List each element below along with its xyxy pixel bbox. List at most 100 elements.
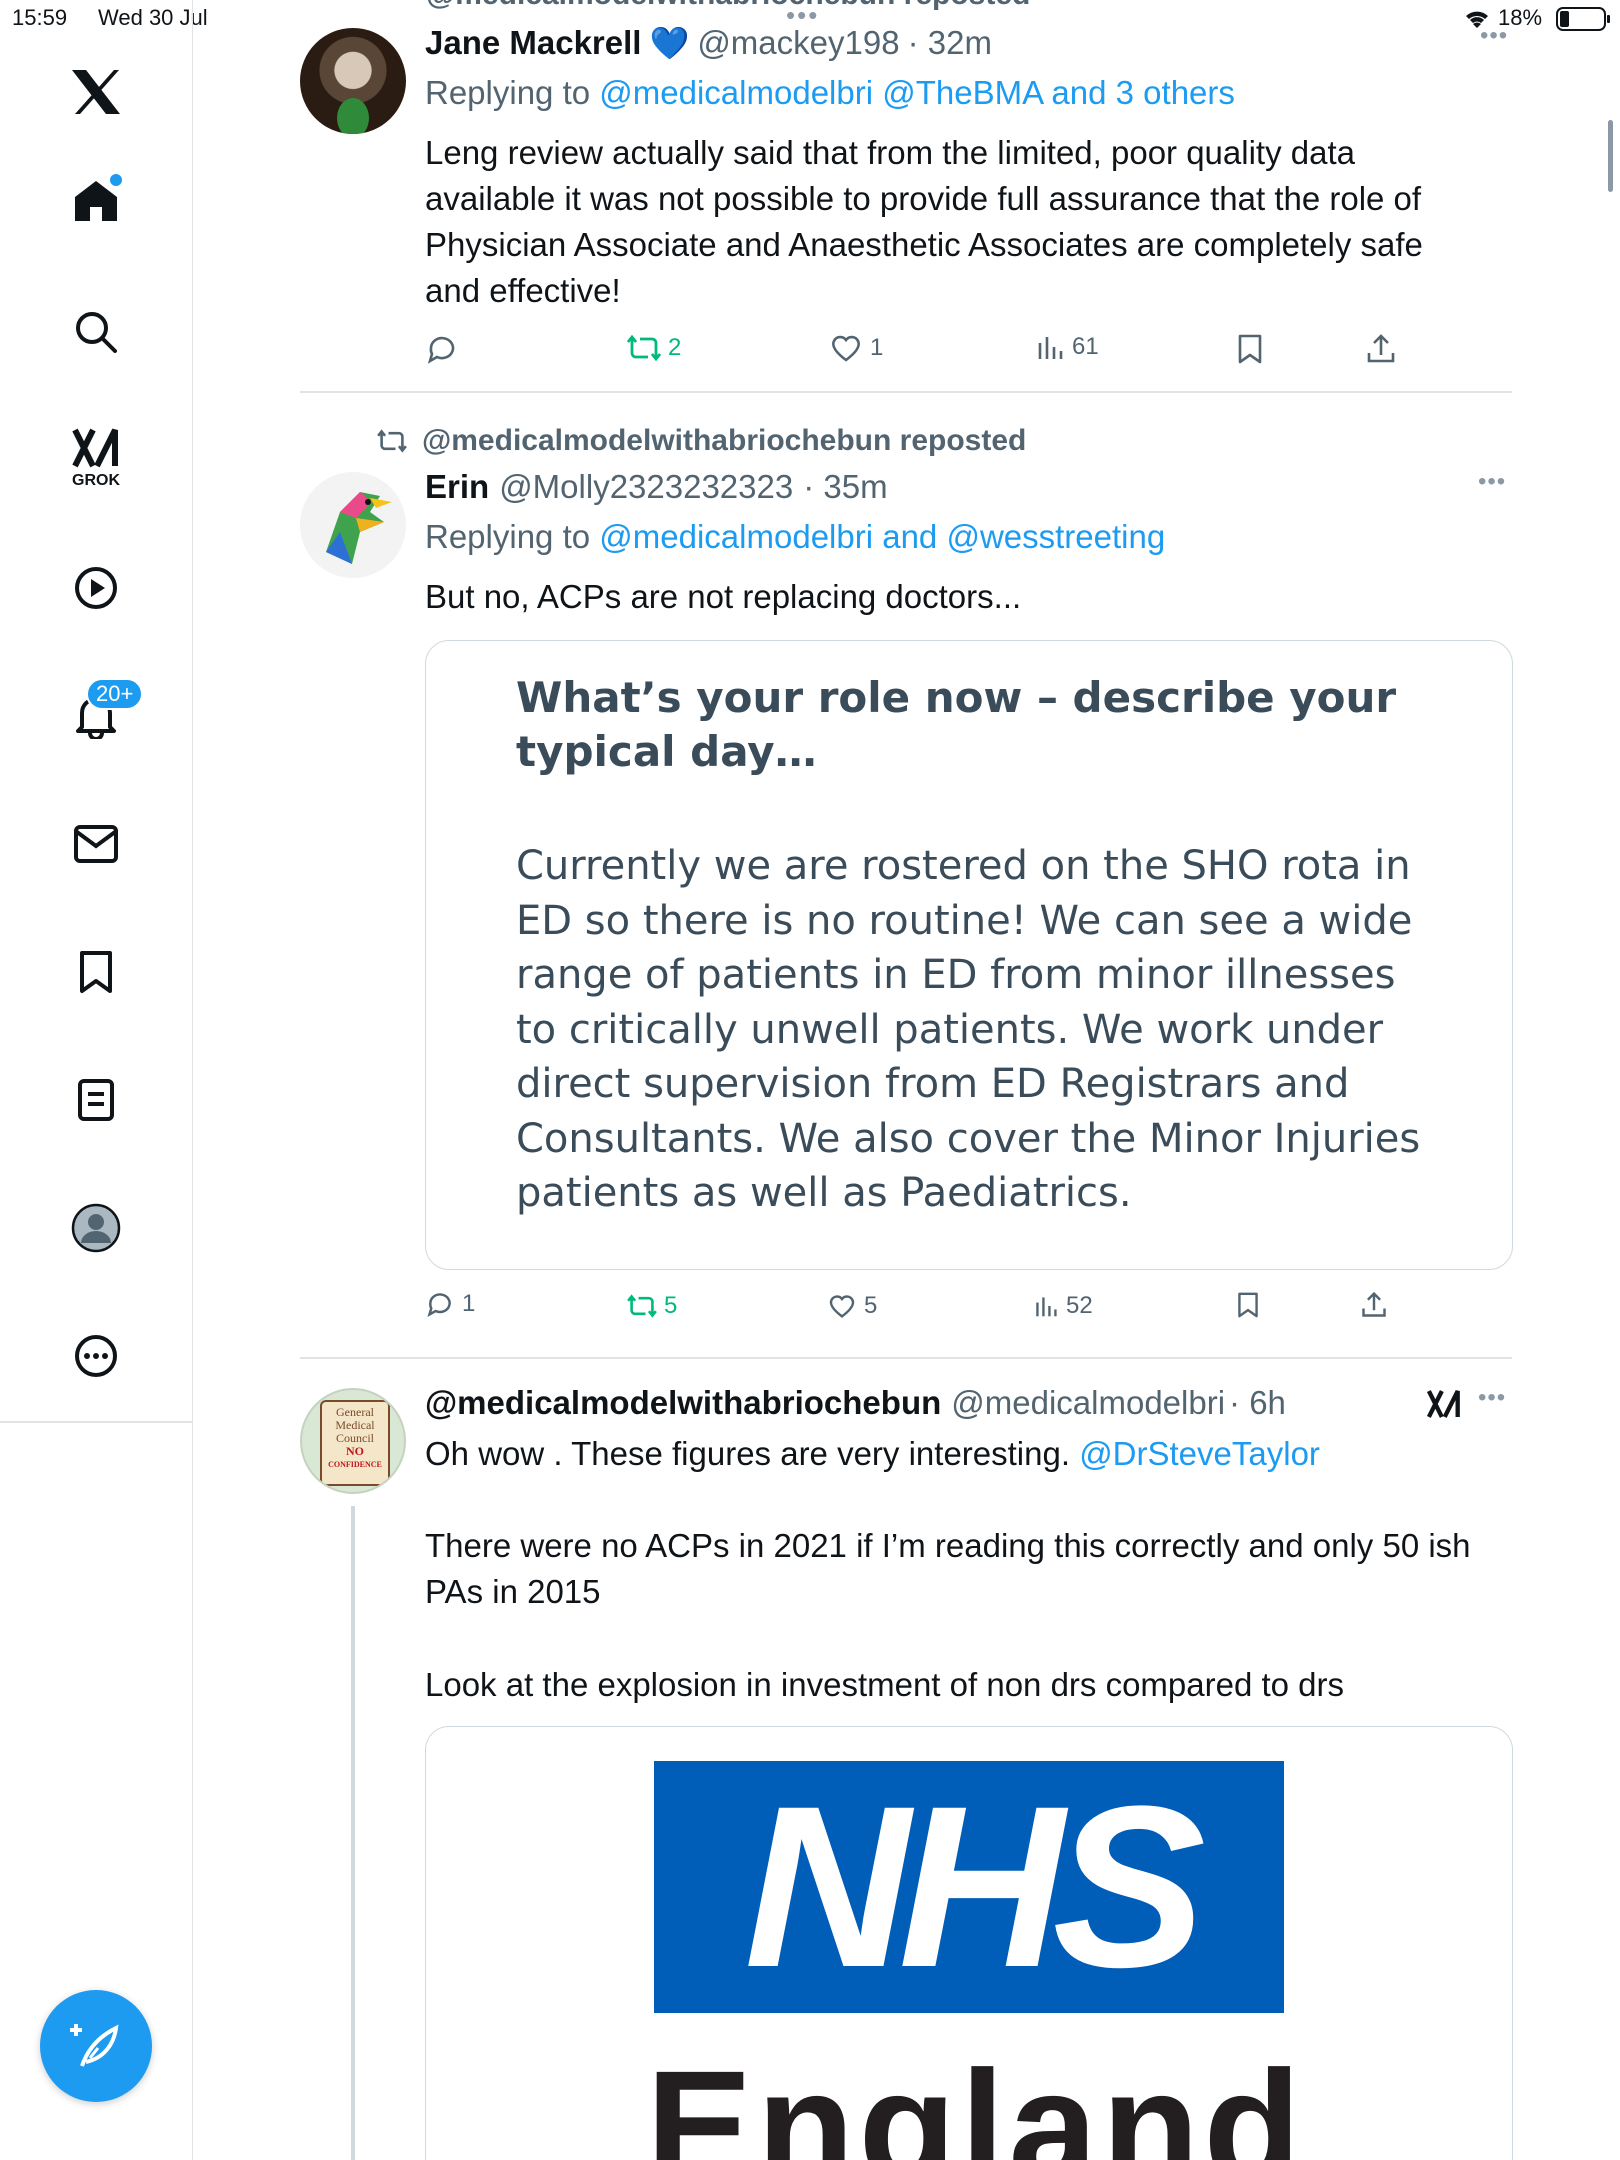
- tweet1-header: Jane Mackrell 💙 @mackey198 · 32m: [425, 24, 992, 62]
- reply-prefix: Replying to: [425, 518, 591, 555]
- tweet1-repost-button[interactable]: 2: [626, 333, 681, 363]
- tweet2-share-button[interactable]: [1360, 1291, 1388, 1324]
- tweet2-like-button[interactable]: 5: [828, 1292, 877, 1320]
- tweet3-line1: Oh wow . These figures are very interest…: [425, 1431, 1320, 1477]
- nhs-logo: NHS: [654, 1761, 1284, 2013]
- tweet3-more-icon[interactable]: •••: [1478, 1384, 1506, 1412]
- tweet2-reply-count: 1: [462, 1290, 476, 1317]
- home-icon[interactable]: [60, 164, 132, 236]
- tweet2-repost-label[interactable]: @medicalmodelwithabriochebun reposted: [422, 424, 1026, 458]
- avatar-erin[interactable]: [300, 472, 406, 578]
- bookmark-icon: [1238, 334, 1262, 364]
- thread-line: [351, 1506, 355, 2160]
- notifications-bell-icon[interactable]: 20+: [60, 678, 144, 752]
- tweet2-header: Erin @Molly2323232323 · 35m: [425, 468, 888, 506]
- bookmarks-icon[interactable]: [60, 936, 132, 1008]
- bookmark-icon: [1238, 1292, 1258, 1318]
- scrollbar[interactable]: [1608, 120, 1613, 192]
- grok-label: GROK: [72, 472, 120, 489]
- tweet1-like-button[interactable]: 1: [830, 333, 883, 363]
- reply-prefix: Replying to: [425, 74, 591, 111]
- reply-icon: [427, 336, 455, 364]
- tweet1-bookmark-button[interactable]: [1236, 333, 1264, 370]
- share-icon: [1367, 334, 1395, 363]
- compose-post-button[interactable]: [40, 1990, 152, 2102]
- home-notification-dot: [110, 174, 122, 186]
- tweet1-handle[interactable]: @mackey198: [697, 24, 899, 62]
- repost-icon: [626, 334, 662, 362]
- blue-heart-emoji: 💙: [649, 25, 690, 61]
- tweet2-handle[interactable]: @Molly2323232323: [499, 468, 793, 506]
- card-body: Currently we are rostered on the SHO rot…: [516, 839, 1420, 1221]
- card-heading: What’s your role now – describe your typ…: [516, 671, 1396, 779]
- lists-icon[interactable]: [60, 1064, 132, 1136]
- tweet3-text: Oh wow . These figures are very interest…: [425, 1435, 1071, 1472]
- grok-icon[interactable]: GROK: [60, 422, 132, 494]
- tweet1-views-button[interactable]: 61: [1036, 333, 1099, 361]
- tweet-divider: [300, 1357, 1512, 1359]
- nhs-england-text: England: [646, 2037, 1306, 2160]
- tweet1-replying: Replying to @medicalmodelbri @TheBMA and…: [425, 74, 1235, 112]
- tweet3-handle[interactable]: @medicalmodelbri: [951, 1384, 1225, 1422]
- more-options-icon[interactable]: [60, 1320, 132, 1392]
- card-body-line: Consultants. We also cover the Minor Inj…: [516, 1115, 1421, 1162]
- search-icon[interactable]: [60, 296, 132, 368]
- tweet2-image-card[interactable]: What’s your role now – describe your typ…: [425, 640, 1513, 1270]
- tweet3-header: @medicalmodelwithabriochebun @medicalmod…: [425, 1384, 1286, 1422]
- top-repost-label[interactable]: @medicalmodelwithabriochebun reposted: [426, 0, 1030, 11]
- battery-icon: [1556, 6, 1612, 37]
- tweet2-repost-count: 5: [664, 1292, 678, 1319]
- card-heading-line: typical day…: [516, 727, 817, 776]
- avatar-jane[interactable]: [300, 28, 406, 134]
- tweet2-view-count: 52: [1066, 1292, 1093, 1319]
- tweet2-repost-row: @medicalmodelwithabriochebun reposted: [376, 424, 1026, 458]
- tweet2-repost-button[interactable]: 5: [626, 1292, 677, 1320]
- x-logo-icon[interactable]: [60, 56, 132, 128]
- reply-targets[interactable]: @medicalmodelbri and @wesstreeting: [599, 518, 1165, 555]
- messages-icon[interactable]: [60, 808, 132, 880]
- views-icon: [1036, 1297, 1057, 1317]
- tweet2-views-button[interactable]: 52: [1034, 1292, 1093, 1320]
- tweet3-para3: Look at the explosion in investment of n…: [425, 1666, 1345, 1703]
- video-play-icon[interactable]: [60, 552, 132, 624]
- card-body-line: patients as well as Paediatrics.: [516, 1170, 1132, 1216]
- grok-explain-icon[interactable]: [1426, 1386, 1462, 1427]
- tweet3-time[interactable]: · 6h: [1229, 1384, 1286, 1422]
- profile-avatar-icon[interactable]: [60, 1192, 132, 1264]
- tweet1-time[interactable]: · 32m: [908, 24, 992, 62]
- reply-targets[interactable]: @medicalmodelbri @TheBMA and 3 others: [599, 74, 1235, 111]
- tweet1-reply-button[interactable]: [426, 333, 458, 372]
- tweet2-like-count: 5: [864, 1292, 878, 1319]
- tweet1-author-name[interactable]: Jane Mackrell: [425, 24, 641, 62]
- tweet3-author-name[interactable]: @medicalmodelwithabriochebun: [425, 1384, 941, 1422]
- tweet2-more-icon[interactable]: •••: [1478, 468, 1506, 496]
- card-body-line: to critically unwell patients. We work u…: [516, 1006, 1384, 1053]
- heart-icon: [832, 335, 860, 362]
- repost-icon: [627, 1294, 657, 1318]
- card-body-line: range of patients in ED from minor illne…: [516, 952, 1396, 998]
- nhs-logo-text: NHS: [744, 1758, 1206, 2015]
- views-icon: [1038, 337, 1063, 359]
- reply-icon: [427, 1293, 451, 1318]
- tweet2-text: But no, ACPs are not replacing doctors..…: [425, 578, 1022, 615]
- sidebar: GROK 20+: [0, 0, 193, 2160]
- card-body-line: direct supervision from ED Registrars an…: [516, 1061, 1350, 1107]
- tweet1-text-line: Physician Associate and Anaesthetic Asso…: [425, 226, 1423, 263]
- tweet1-text-line: and effective!: [425, 272, 621, 309]
- sidebar-divider: [0, 1421, 193, 1423]
- tweet3-image-card[interactable]: NHS England: [425, 1726, 1513, 2160]
- card-heading-line: What’s your role now – describe your: [516, 673, 1397, 722]
- top-repost-row: @medicalmodelwithabriochebun reposted: [378, 0, 1030, 12]
- tweet3-para2: There were no ACPs in 2021 if I’m readin…: [425, 1523, 1471, 1615]
- tweet2-time[interactable]: · 35m: [803, 468, 887, 506]
- top-more-icon[interactable]: •••: [1480, 22, 1508, 50]
- heart-icon: [829, 1295, 855, 1318]
- tweet2-bookmark-button[interactable]: [1236, 1291, 1260, 1324]
- tweet3-mention[interactable]: @DrSteveTaylor: [1079, 1435, 1320, 1472]
- repost-small-icon: [377, 429, 407, 453]
- tweet2-author-name[interactable]: Erin: [425, 468, 489, 506]
- tweet2-reply-button[interactable]: 1: [426, 1290, 475, 1318]
- tweet1-share-button[interactable]: [1365, 333, 1397, 370]
- avatar-medicalmodelbri[interactable]: General Medical Council NO CONFIDENCE: [300, 1388, 406, 1494]
- tweet1-repost-count: 2: [668, 334, 682, 361]
